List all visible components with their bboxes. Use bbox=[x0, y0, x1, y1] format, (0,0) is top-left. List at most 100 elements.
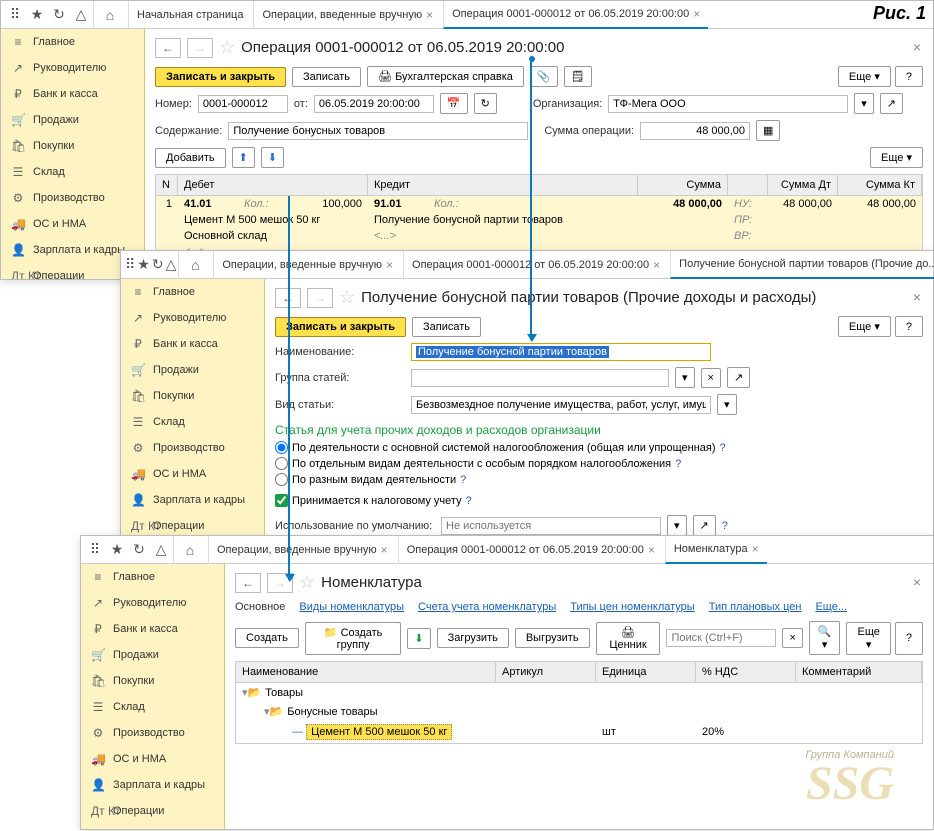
star-icon[interactable]: ★ bbox=[137, 255, 150, 275]
help-button[interactable]: ? bbox=[895, 622, 923, 655]
accounting-ref-button[interactable]: 🖨 Бухгалтерская справка bbox=[367, 66, 524, 87]
dropdown-icon[interactable]: ▾ bbox=[717, 394, 737, 415]
tab-manual-ops[interactable]: Операции, введенные вручную× bbox=[213, 251, 401, 279]
favorite-icon[interactable]: ☆ bbox=[219, 37, 235, 58]
sidebar-item[interactable]: Дт КтОперации bbox=[81, 798, 224, 824]
tab-home[interactable]: Начальная страница bbox=[128, 1, 251, 29]
radio-mixed[interactable]: По разным видам деятельности ? bbox=[275, 473, 923, 486]
save-button[interactable]: Записать bbox=[412, 317, 481, 337]
tab-manual-ops[interactable]: Операции, введенные вручную× bbox=[208, 536, 396, 564]
create-button[interactable]: Создать bbox=[235, 628, 299, 648]
calendar-icon[interactable]: 📅 bbox=[440, 93, 468, 114]
sidebar-item[interactable]: 👤Зарплата и кадры bbox=[81, 772, 224, 798]
tree-sub[interactable]: ▾ 📂Бонусные товары bbox=[236, 702, 922, 721]
tab-manual-ops[interactable]: Операции, введенные вручную× bbox=[253, 1, 441, 29]
link-plan-price[interactable]: Тип плановых цен bbox=[709, 601, 802, 613]
dropdown-icon[interactable]: ▾ bbox=[675, 367, 695, 388]
tab-nomenclature[interactable]: Номенклатура× bbox=[665, 536, 767, 564]
calc-icon[interactable]: ▦ bbox=[756, 120, 780, 141]
help-button[interactable]: ? bbox=[895, 66, 923, 87]
star-icon[interactable]: ★ bbox=[27, 5, 47, 25]
sidebar-item[interactable]: 🚚ОС и НМА bbox=[121, 461, 264, 487]
radio-main-tax[interactable]: По деятельности с основной системой нало… bbox=[275, 441, 923, 454]
apps-icon[interactable]: ⠿ bbox=[85, 540, 105, 560]
close-icon[interactable]: × bbox=[693, 7, 700, 21]
create-group-button[interactable]: 📁 Создать группу bbox=[305, 622, 402, 655]
tab-income[interactable]: Получение бонусной партии товаров (Прочи… bbox=[670, 251, 934, 279]
sidebar-item[interactable]: 🛍Покупки bbox=[121, 383, 264, 409]
name-input[interactable]: Получение бонусной партии товаров bbox=[411, 343, 711, 361]
tab-operation[interactable]: Операция 0001-000012 от 06.05.2019 20:00… bbox=[398, 536, 663, 564]
move-down-button[interactable]: ⬇ bbox=[261, 147, 284, 168]
sidebar-item[interactable]: ≡Главное bbox=[1, 29, 144, 55]
tree-leaf[interactable]: — Цемент M 500 мешок 50 кг шт 20% bbox=[236, 721, 922, 743]
more-button[interactable]: Еще ▾ bbox=[870, 147, 923, 168]
link-accounts[interactable]: Счета учета номенклатуры bbox=[418, 601, 556, 613]
close-icon[interactable]: × bbox=[426, 8, 433, 22]
save-close-button[interactable]: Записать и закрыть bbox=[275, 317, 406, 337]
price-button[interactable]: 🖨 Ценник bbox=[596, 622, 661, 655]
load-button[interactable]: Загрузить bbox=[437, 628, 509, 648]
sidebar-item[interactable]: ⚙Производство bbox=[81, 720, 224, 746]
close-icon[interactable]: × bbox=[913, 289, 921, 305]
search-input[interactable] bbox=[666, 629, 776, 647]
kind-input[interactable] bbox=[411, 396, 711, 414]
history-icon[interactable]: ↻ bbox=[129, 540, 149, 560]
dropdown-icon[interactable]: ▾ bbox=[854, 93, 874, 114]
bell-icon[interactable]: △ bbox=[71, 5, 91, 25]
clear-icon[interactable]: × bbox=[701, 368, 721, 388]
sidebar-item[interactable]: ⚙Производство bbox=[121, 435, 264, 461]
dropdown-icon[interactable]: ▾ bbox=[667, 515, 687, 536]
sidebar-item[interactable]: 🚚ОС и НМА bbox=[81, 746, 224, 772]
sidebar-item[interactable]: ≡Главное bbox=[121, 279, 264, 305]
sidebar-item[interactable]: 👤Зарплата и кадры bbox=[121, 487, 264, 513]
check-tax-account[interactable]: Принимается к налоговому учету ? bbox=[275, 494, 923, 507]
close-icon[interactable]: × bbox=[381, 543, 388, 557]
sidebar-item[interactable]: ☰Склад bbox=[1, 159, 144, 185]
add-button[interactable]: Добавить bbox=[155, 148, 226, 168]
history-icon[interactable]: ↻ bbox=[49, 5, 69, 25]
sidebar-item[interactable]: ↗Руководителю bbox=[121, 305, 264, 331]
home-icon[interactable]: ⌂ bbox=[100, 5, 120, 25]
open-icon[interactable]: ↗ bbox=[693, 515, 716, 536]
tree-body[interactable]: ▾ 📂Товары ▾ 📂Бонусные товары — Цемент M … bbox=[235, 683, 923, 744]
sum-input[interactable] bbox=[640, 122, 750, 140]
link-kinds[interactable]: Виды номенклатуры bbox=[299, 601, 404, 613]
more-button[interactable]: Еще ▾ bbox=[838, 66, 891, 87]
unload-button[interactable]: Выгрузить bbox=[515, 628, 590, 648]
org-input[interactable] bbox=[608, 95, 848, 113]
apps-icon[interactable]: ⠿ bbox=[5, 5, 25, 25]
clear-search-icon[interactable]: × bbox=[782, 628, 802, 648]
home-icon[interactable]: ⌂ bbox=[185, 255, 205, 275]
help-icon[interactable]: ? bbox=[722, 520, 728, 532]
open-icon[interactable]: ↗ bbox=[727, 367, 750, 388]
back-button[interactable]: ← bbox=[235, 573, 261, 593]
more-button[interactable]: Еще ▾ bbox=[846, 622, 890, 655]
tree-root[interactable]: ▾ 📂Товары bbox=[236, 683, 922, 702]
bell-icon[interactable]: △ bbox=[166, 255, 177, 275]
close-icon[interactable]: × bbox=[386, 258, 393, 272]
sidebar-item[interactable]: ☰Склад bbox=[121, 409, 264, 435]
link-price-types[interactable]: Типы цен номенклатуры bbox=[570, 601, 694, 613]
help-icon[interactable]: ? bbox=[720, 442, 726, 454]
sidebar-item[interactable]: 🛒Продажи bbox=[1, 107, 144, 133]
star-icon[interactable]: ★ bbox=[107, 540, 127, 560]
save-button[interactable]: Записать bbox=[292, 67, 361, 87]
radio-special-tax[interactable]: По отдельным видам деятельности с особым… bbox=[275, 457, 923, 470]
move-up-button[interactable]: ⬆ bbox=[232, 147, 255, 168]
sidebar-item[interactable]: 🚚ОС и НМА bbox=[1, 211, 144, 237]
link-more[interactable]: Еще... bbox=[815, 601, 847, 613]
refresh-icon[interactable]: ↻ bbox=[474, 93, 497, 114]
sidebar-item[interactable]: ↗Руководителю bbox=[81, 590, 224, 616]
favorite-icon[interactable]: ☆ bbox=[299, 572, 315, 593]
number-input[interactable] bbox=[198, 95, 288, 113]
help-icon[interactable]: ? bbox=[460, 474, 466, 486]
sidebar-item[interactable]: ₽Банк и касса bbox=[81, 616, 224, 642]
help-button[interactable]: ? bbox=[895, 316, 923, 337]
sidebar-item[interactable]: ₽Банк и касса bbox=[1, 81, 144, 107]
sidebar-item[interactable]: ☰Склад bbox=[81, 694, 224, 720]
close-icon[interactable]: × bbox=[913, 39, 921, 55]
apps-icon[interactable]: ⠿ bbox=[125, 255, 135, 275]
desc-input[interactable] bbox=[228, 122, 528, 140]
sidebar-item[interactable]: ⚙Производство bbox=[1, 185, 144, 211]
